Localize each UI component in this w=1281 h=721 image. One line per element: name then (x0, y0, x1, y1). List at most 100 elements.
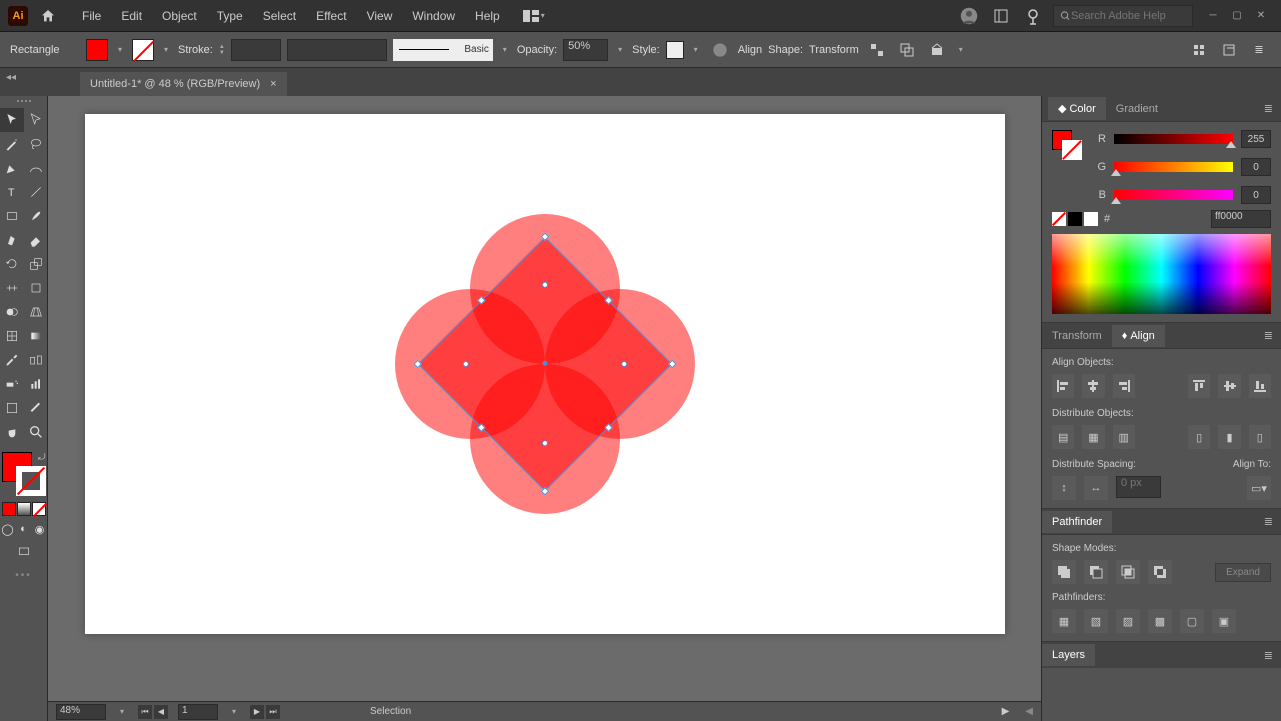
edit-toolbar-icon[interactable]: ••• (15, 570, 32, 581)
symbol-sprayer-tool[interactable] (0, 372, 24, 396)
brush-dropdown[interactable]: ▾ (499, 45, 511, 54)
fill-dropdown[interactable]: ▾ (114, 45, 126, 54)
stroke-weight-input[interactable] (231, 39, 281, 61)
panel-menu-icon[interactable]: ≣ (1247, 38, 1271, 62)
brush-definition[interactable]: Basic (393, 39, 493, 61)
tab-layers[interactable]: Layers (1042, 644, 1095, 666)
zoom-dropdown[interactable]: ▾ (116, 707, 128, 716)
artboard-nav-input[interactable]: 1 (178, 704, 218, 720)
tab-transform[interactable]: Transform (1042, 325, 1112, 347)
intersect-button[interactable] (1116, 560, 1140, 584)
transform-label[interactable]: Transform (809, 44, 859, 56)
align-vcenter-button[interactable] (1218, 374, 1240, 398)
width-tool[interactable] (0, 276, 24, 300)
g-value[interactable]: 0 (1241, 158, 1271, 176)
fill-swatch[interactable] (86, 39, 108, 61)
recolor-icon[interactable] (708, 38, 732, 62)
draw-behind-icon[interactable]: ◐ (17, 522, 31, 536)
curvature-tool[interactable] (24, 156, 48, 180)
toolbox-stroke[interactable] (16, 466, 46, 496)
black-swatch[interactable] (1068, 212, 1082, 226)
opacity-dropdown[interactable]: ▾ (614, 45, 626, 54)
vdist-space-button[interactable]: ↕ (1052, 476, 1076, 500)
zoom-tool[interactable] (24, 420, 48, 444)
minus-back-button[interactable]: ▣ (1212, 609, 1236, 633)
edit-dropdown[interactable]: ▾ (955, 45, 967, 54)
vdist-center-button[interactable]: ▦ (1082, 425, 1104, 449)
menu-file[interactable]: File (72, 3, 111, 29)
prev-artboard-button[interactable]: ◀ (154, 705, 168, 719)
type-tool[interactable]: T (0, 180, 24, 204)
stroke-weight-down[interactable]: ▼ (219, 50, 225, 56)
hdist-left-button[interactable]: ▯ (1188, 425, 1210, 449)
workspace-switcher-icon[interactable]: ▾ (520, 2, 548, 30)
close-tab-icon[interactable]: × (270, 78, 276, 90)
swap-fill-stroke-icon[interactable]: ⤾ (38, 452, 46, 463)
screen-mode-icon[interactable] (12, 540, 36, 564)
menu-type[interactable]: Type (207, 3, 253, 29)
menu-object[interactable]: Object (152, 3, 207, 29)
tab-pathfinder[interactable]: Pathfinder (1042, 511, 1112, 533)
magic-wand-tool[interactable] (0, 132, 24, 156)
tab-gradient[interactable]: Gradient (1106, 98, 1168, 120)
menu-help[interactable]: Help (465, 3, 510, 29)
doc-setup-icon[interactable] (1217, 38, 1241, 62)
vdist-top-button[interactable]: ▤ (1052, 425, 1074, 449)
style-dropdown[interactable]: ▾ (690, 45, 702, 54)
rotate-tool[interactable] (0, 252, 24, 276)
align-right-button[interactable] (1113, 374, 1135, 398)
tab-color[interactable]: ◆Color (1048, 97, 1106, 120)
b-value[interactable]: 0 (1241, 186, 1271, 204)
free-transform-tool[interactable] (24, 276, 48, 300)
stroke-swatch[interactable] (132, 39, 154, 61)
menu-select[interactable]: Select (253, 3, 306, 29)
r-value[interactable]: 255 (1241, 130, 1271, 148)
menu-view[interactable]: View (357, 3, 403, 29)
menu-edit[interactable]: Edit (111, 3, 152, 29)
none-mode-icon[interactable] (32, 502, 46, 516)
zoom-input[interactable]: 48% (56, 704, 106, 720)
hdist-right-button[interactable]: ▯ (1249, 425, 1271, 449)
draw-normal-icon[interactable]: ◯ (1, 522, 15, 536)
arrange-docs-icon[interactable] (987, 2, 1015, 30)
selection-tool[interactable] (0, 108, 24, 132)
minus-front-button[interactable] (1084, 560, 1108, 584)
g-slider[interactable] (1114, 162, 1233, 172)
color-spectrum[interactable] (1052, 234, 1271, 314)
user-icon[interactable] (955, 2, 983, 30)
color-mode-icon[interactable] (2, 502, 16, 516)
pen-tool[interactable] (0, 156, 24, 180)
color-panel-fill-stroke[interactable] (1052, 130, 1082, 160)
column-graph-tool[interactable] (24, 372, 48, 396)
style-swatch[interactable] (666, 41, 684, 59)
gpu-icon[interactable] (1019, 2, 1047, 30)
variable-width-profile[interactable] (287, 39, 387, 61)
scale-tool[interactable] (24, 252, 48, 276)
isolate-icon[interactable] (865, 38, 889, 62)
divide-button[interactable]: ▦ (1052, 609, 1076, 633)
document-tab[interactable]: Untitled-1* @ 48 % (RGB/Preview) × (80, 72, 287, 96)
pathfinder-panel-menu-icon[interactable]: ≣ (1256, 515, 1281, 528)
prefs-icon[interactable] (1187, 38, 1211, 62)
last-artboard-button[interactable]: ⏭ (266, 705, 280, 719)
b-slider[interactable] (1114, 190, 1233, 200)
white-swatch[interactable] (1084, 212, 1098, 226)
crop-button[interactable]: ▩ (1148, 609, 1172, 633)
artboard-nav-dropdown[interactable]: ▾ (228, 707, 240, 716)
outline-button[interactable]: ▢ (1180, 609, 1204, 633)
artboard[interactable] (85, 114, 1005, 634)
tab-align[interactable]: ♦Align (1112, 325, 1165, 347)
opacity-input[interactable]: 50% (563, 39, 608, 61)
rectangle-tool[interactable] (0, 204, 24, 228)
unite-button[interactable] (1052, 560, 1076, 584)
mesh-tool[interactable] (0, 324, 24, 348)
shape-label[interactable]: Shape: (768, 44, 803, 56)
gradient-tool[interactable] (24, 324, 48, 348)
shape-builder-tool[interactable] (0, 300, 24, 324)
r-slider[interactable] (1114, 134, 1233, 144)
collapse-panels-icon[interactable]: ◂◂ (6, 72, 16, 83)
direct-selection-tool[interactable] (24, 108, 48, 132)
search-input[interactable] (1071, 10, 1186, 22)
exclude-button[interactable] (1148, 560, 1172, 584)
hdist-center-button[interactable]: ▮ (1218, 425, 1240, 449)
